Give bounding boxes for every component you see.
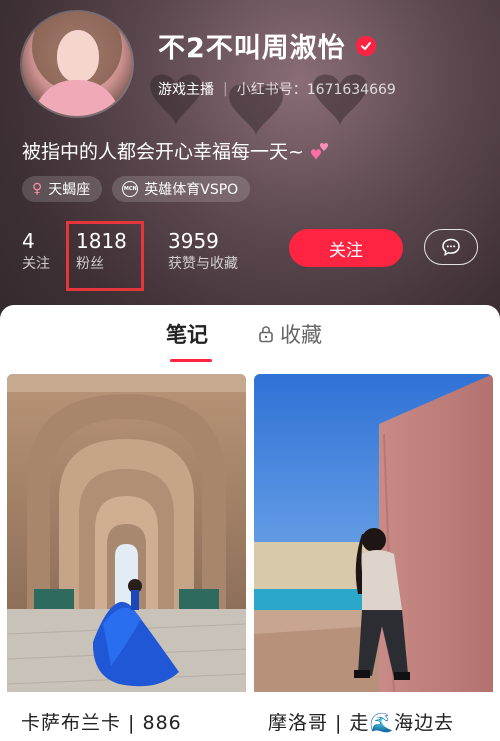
- meta-divider: |: [223, 81, 228, 97]
- post-image-casablanca[interactable]: [7, 374, 246, 692]
- follow-button[interactable]: 关注: [289, 229, 403, 267]
- stat-following[interactable]: 4 关注: [22, 229, 70, 275]
- profile-tags: ♀ 天蝎座 MCN 英雄体育VSPO: [22, 176, 251, 202]
- post-title: 卡萨布兰卡 | 886: [21, 712, 182, 734]
- chat-bubble-icon: [442, 238, 460, 256]
- profile-name: 不2不叫周淑怡: [158, 33, 346, 64]
- post-image-morocco[interactable]: [254, 374, 493, 692]
- avatar[interactable]: [22, 12, 132, 116]
- mcn-icon: MCN: [122, 181, 139, 197]
- tab-notes[interactable]: 笔记: [166, 319, 208, 349]
- likes-count: 3959: [168, 229, 219, 253]
- message-button[interactable]: [424, 229, 478, 265]
- profile-role: 游戏主播: [158, 82, 214, 98]
- profile-meta: 游戏主播 | 小红书号：1671634669: [158, 79, 396, 99]
- following-label: 关注: [22, 256, 50, 272]
- two-hearts-icon: [310, 142, 328, 160]
- tag-mcn[interactable]: MCN 英雄体育VSPO: [112, 176, 251, 202]
- tab-favorites-label: 收藏: [280, 323, 322, 347]
- tag-zodiac[interactable]: ♀ 天蝎座: [22, 176, 103, 202]
- tag-mcn-label: 英雄体育VSPO: [144, 182, 239, 198]
- profile-stats: 4 关注 1818 粉丝 3959 获赞与收藏: [22, 221, 258, 291]
- following-count: 4: [22, 229, 35, 253]
- tab-bar: 笔记 收藏: [0, 319, 500, 362]
- bio-text: 被指中的人都会开心幸福每一天~: [22, 141, 304, 163]
- active-tab-indicator: [170, 359, 212, 362]
- profile-id: 小红书号：1671634669: [236, 82, 396, 98]
- verified-icon: [355, 35, 376, 56]
- stat-likes[interactable]: 3959 获赞与收藏: [168, 229, 258, 275]
- fans-highlight-box: [66, 221, 144, 291]
- post-title: 摩洛哥 | 走🌊海边去: [268, 712, 455, 734]
- post-card[interactable]: 摩洛哥 | 走🌊海边去: [254, 374, 493, 741]
- profile-bio: 被指中的人都会开心幸福每一天~: [22, 137, 332, 164]
- lock-icon: [259, 326, 273, 343]
- tab-favorites[interactable]: 收藏: [258, 319, 322, 349]
- profile-name-row: 不2不叫周淑怡: [158, 26, 376, 65]
- post-card[interactable]: 卡萨布兰卡 | 886: [7, 374, 246, 741]
- tag-zodiac-label: 天蝎座: [48, 182, 91, 198]
- stat-fans[interactable]: 1818 粉丝: [66, 221, 168, 291]
- female-icon: ♀: [32, 181, 43, 197]
- likes-label: 获赞与收藏: [168, 256, 238, 272]
